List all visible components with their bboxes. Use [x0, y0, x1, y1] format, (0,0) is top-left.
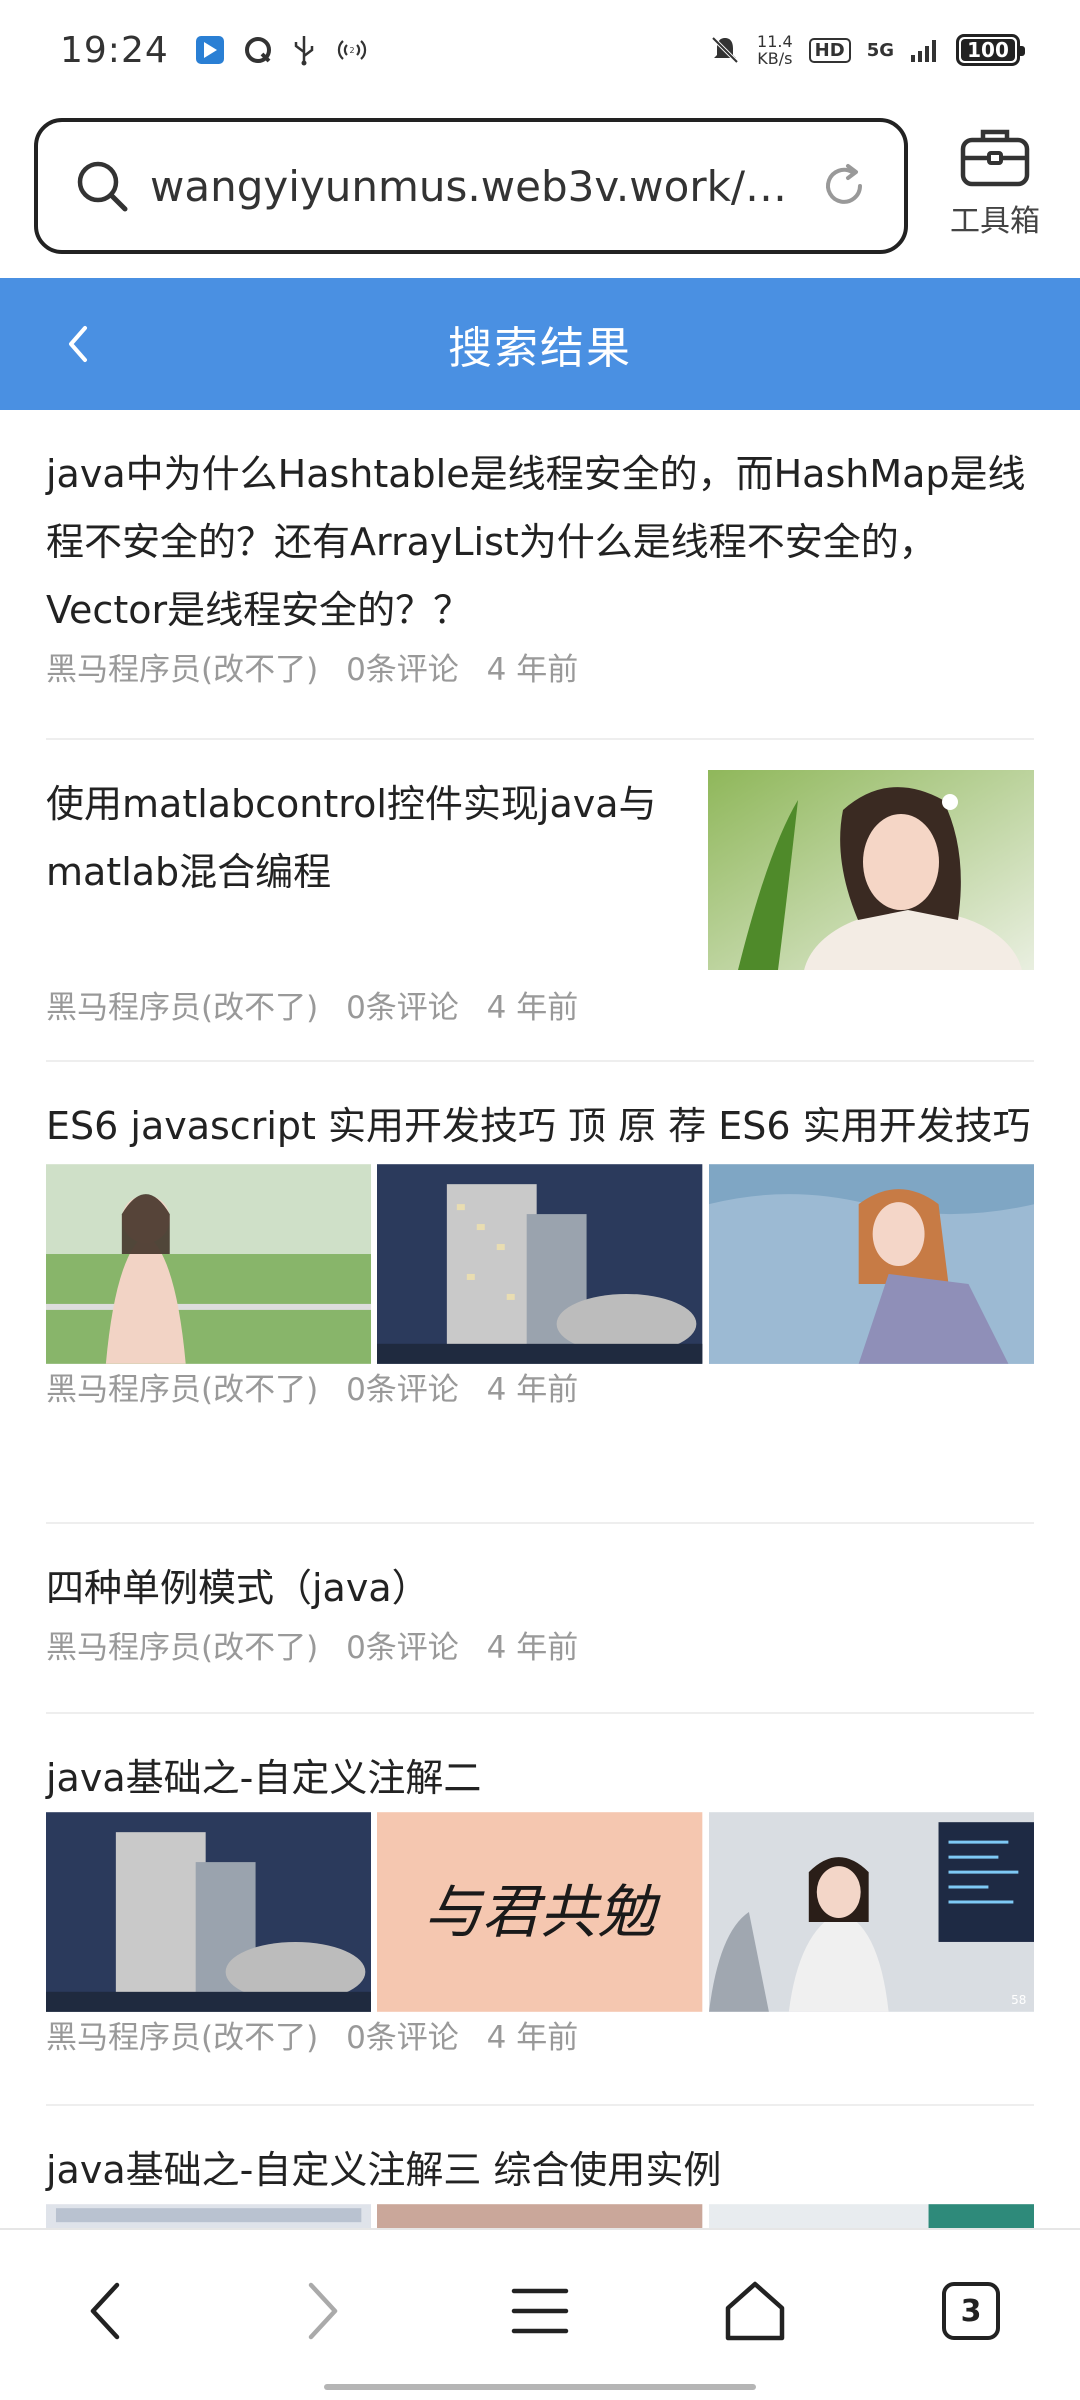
article-title[interactable]: java基础之-自定义注解二 [46, 1744, 1034, 1812]
list-item[interactable]: ES6 javascript 实用开发技巧 顶 原 荐 ES6 实用开发技巧 黑… [0, 1062, 1080, 1524]
home-indicator[interactable] [324, 2384, 756, 2390]
article-time: 4 年前 [486, 652, 579, 688]
article-time: 4 年前 [486, 2020, 579, 2056]
toolbox-label: 工具箱 [950, 204, 1040, 239]
article-title[interactable]: java中为什么Hashtable是线程安全的，而HashMap是线程不安全的？… [46, 440, 1034, 644]
list-item[interactable]: 四种单例模式（java） 黑马程序员(改不了) 0条评论 4 年前 [0, 1524, 1080, 1714]
chevron-right-icon [308, 2282, 338, 2340]
refresh-icon[interactable] [818, 160, 870, 212]
list-item[interactable]: 使用matlabcontrol控件实现java与matlab混合编程 黑马程序员… [0, 740, 1080, 1062]
nav-home-button[interactable] [710, 2266, 800, 2356]
page-title: 搜索结果 [448, 323, 632, 374]
signal-bars-icon [911, 40, 936, 62]
home-icon [725, 2281, 785, 2341]
article-meta: 黑马程序员(改不了) 0条评论 4 年前 [46, 1368, 1034, 1412]
article-meta: 黑马程序员(改不了) 0条评论 4 年前 [46, 648, 1034, 692]
status-right-icons: 11.4 KB/s HD 5G 100 [709, 33, 1025, 67]
network-speed-value: 11.4 [757, 32, 793, 51]
article-thumbnail[interactable] [377, 2204, 703, 2228]
article-time: 4 年前 [486, 1630, 579, 1666]
battery-icon: 100 [956, 34, 1025, 66]
address-bar[interactable]: wangyiyunmus.web3v.work/… [34, 118, 908, 254]
svg-text:2: 2 [349, 46, 354, 55]
svg-text:与君共勉: 与君共勉 [424, 1878, 662, 1946]
article-meta: 黑马程序员(改不了) 0条评论 4 年前 [46, 2016, 1034, 2060]
bottom-navigation: 3 [0, 2228, 1080, 2400]
article-thumbnail[interactable]: 58 [708, 1812, 1034, 2012]
article-comments: 0条评论 [346, 990, 459, 1026]
browser-icon [244, 37, 271, 63]
battery-level: 100 [967, 38, 1009, 62]
back-button[interactable] [46, 312, 110, 376]
article-meta: 黑马程序员(改不了) 0条评论 4 年前 [46, 986, 1034, 1030]
toolbox-button[interactable]: 工具箱 [930, 126, 1060, 256]
thumbnail-row [46, 1164, 1034, 1364]
network-speed: 11.4 KB/s [757, 33, 793, 67]
search-icon [77, 161, 128, 212]
search-results-list: java中为什么Hashtable是线程安全的，而HashMap是线程不安全的？… [0, 410, 1080, 2228]
chevron-left-icon [69, 326, 87, 362]
svg-text:58: 58 [1011, 1993, 1026, 2007]
list-item[interactable]: java中为什么Hashtable是线程安全的，而HashMap是线程不安全的？… [0, 410, 1080, 740]
tab-count-badge: 3 [942, 2282, 1000, 2340]
article-thumbnail[interactable] [708, 2204, 1034, 2228]
article-thumbnail[interactable] [46, 2204, 372, 2228]
list-item[interactable]: java基础之-自定义注解二 与君共勉 58 黑马程序员(改不了) 0条评论 4… [0, 1714, 1080, 2106]
article-thumbnail[interactable]: 与君共勉 [377, 1812, 703, 2012]
chevron-left-icon [90, 2282, 120, 2340]
mute-bell-icon [711, 36, 739, 64]
article-meta: 黑马程序员(改不了) 0条评论 4 年前 [46, 1626, 1034, 1670]
article-comments: 0条评论 [346, 1630, 459, 1666]
article-thumbnail[interactable] [46, 1164, 372, 1364]
article-author: 黑马程序员(改不了) [46, 990, 319, 1026]
nav-back-button[interactable] [60, 2266, 150, 2356]
thumbnail-row: 与君共勉 58 [46, 1812, 1034, 2012]
network-speed-unit: KB/s [757, 49, 793, 68]
hd-badge: HD [808, 37, 851, 63]
status-bar: 19:24 2 11.4 KB/s HD 5G 100 [0, 0, 1080, 100]
url-text[interactable]: wangyiyunmus.web3v.work/… [150, 162, 818, 211]
article-author: 黑马程序员(改不了) [46, 1372, 319, 1408]
menu-icon [511, 2288, 569, 2334]
article-comments: 0条评论 [346, 2020, 459, 2056]
article-title[interactable]: 四种单例模式（java） [46, 1554, 1034, 1622]
list-item[interactable]: java基础之-自定义注解三 综合使用实例 [0, 2106, 1080, 2228]
nav-tabs-button[interactable]: 3 [926, 2266, 1016, 2356]
article-thumbnail[interactable] [46, 1812, 372, 2012]
article-time: 4 年前 [486, 990, 579, 1026]
thumbnail-row [46, 2204, 1034, 2228]
signal-label: 5G [866, 39, 894, 61]
toolbox-icon [960, 129, 1030, 187]
article-time: 4 年前 [486, 1372, 579, 1408]
article-title[interactable]: 使用matlabcontrol控件实现java与matlab混合编程 [46, 770, 686, 970]
status-time: 19:24 [60, 29, 169, 71]
article-author: 黑马程序员(改不了) [46, 652, 319, 688]
article-comments: 0条评论 [346, 1372, 459, 1408]
hotspot-icon: 2 [337, 40, 366, 60]
page-header: 搜索结果 [0, 278, 1080, 410]
article-thumbnail[interactable] [708, 1164, 1034, 1364]
nav-menu-button[interactable] [495, 2266, 585, 2356]
article-author: 黑马程序员(改不了) [46, 1630, 319, 1666]
article-title[interactable]: java基础之-自定义注解三 综合使用实例 [46, 2136, 1034, 2204]
article-thumbnail[interactable] [708, 770, 1034, 970]
article-author: 黑马程序员(改不了) [46, 2020, 319, 2056]
article-comments: 0条评论 [346, 652, 459, 688]
usb-icon [294, 36, 313, 66]
nav-forward-button[interactable] [278, 2266, 368, 2356]
article-thumbnail[interactable] [377, 1164, 703, 1364]
status-left-icons: 2 [195, 34, 369, 66]
app-notification-icon [195, 36, 224, 64]
article-title[interactable]: ES6 javascript 实用开发技巧 顶 原 荐 ES6 实用开发技巧 [46, 1092, 1034, 1160]
